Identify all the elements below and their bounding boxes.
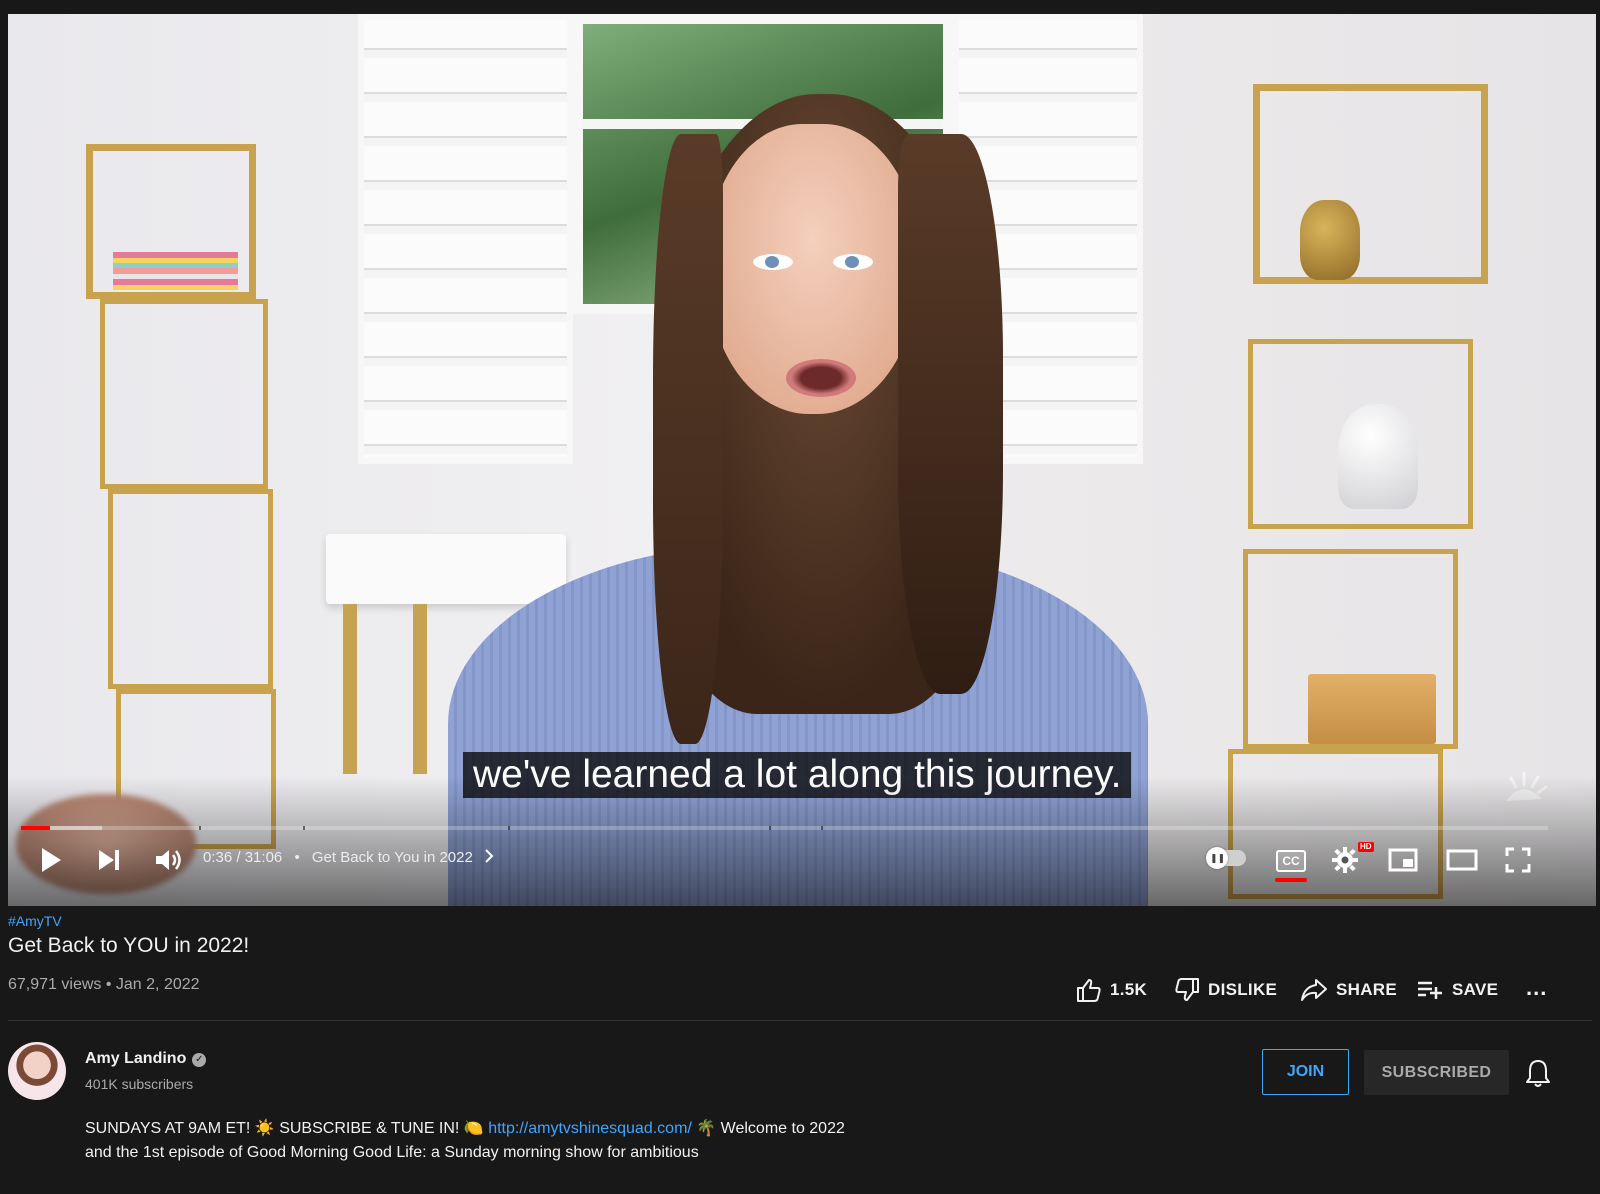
progress-bar[interactable] (21, 826, 1548, 830)
chapter-title[interactable]: Get Back to You in 2022 (312, 849, 473, 866)
section-divider (8, 1020, 1592, 1021)
current-time: 0:36 (203, 849, 233, 866)
settings-button[interactable] (1330, 845, 1360, 875)
save-label: SAVE (1452, 980, 1499, 999)
more-icon: ... (1526, 975, 1548, 1000)
hd-badge: HD (1358, 842, 1374, 852)
fullscreen-icon (1505, 847, 1531, 873)
next-icon (99, 850, 119, 870)
time-display: 0:36 / 31:06 • Get Back to You in 2022 (203, 846, 495, 870)
bell-icon (1526, 1060, 1550, 1087)
dislike-button[interactable]: DISLIKE (1174, 970, 1277, 1010)
chevron-right-icon[interactable] (483, 849, 495, 863)
channel-avatar[interactable] (8, 1042, 66, 1100)
video-description: SUNDAYS AT 9AM ET! ☀️ SUBSCRIBE & TUNE I… (85, 1120, 845, 1161)
join-button[interactable]: JOIN (1262, 1049, 1349, 1095)
video-meta: 67,971 views • Jan 2, 2022 (8, 976, 200, 993)
fullscreen-button[interactable] (1502, 845, 1534, 875)
verified-badge-icon: ✓ (192, 1053, 207, 1067)
video-player[interactable]: we've learned a lot along this journey. … (8, 14, 1596, 906)
view-count: 67,971 views (8, 976, 102, 993)
share-label: SHARE (1336, 980, 1398, 999)
theater-mode-button[interactable] (1444, 845, 1480, 875)
share-button[interactable]: SHARE (1300, 970, 1397, 1010)
gear-icon (1332, 847, 1358, 873)
theater-mode-icon (1446, 849, 1478, 871)
captions-button[interactable]: CC (1276, 850, 1306, 872)
hashtag-link[interactable]: #AmyTV (8, 913, 62, 929)
like-button[interactable]: 1.5K (1076, 970, 1147, 1010)
share-icon (1301, 979, 1327, 1001)
volume-button[interactable] (152, 844, 184, 876)
autoplay-toggle[interactable] (1206, 847, 1246, 869)
upload-date: Jan 2, 2022 (115, 976, 200, 993)
notification-bell-button[interactable] (1524, 1058, 1552, 1093)
channel-name[interactable]: Amy Landino ✓ (85, 1050, 207, 1068)
like-count: 1.5K (1110, 980, 1148, 999)
video-title: Get Back to YOU in 2022! (8, 934, 250, 957)
dislike-label: DISLIKE (1208, 980, 1278, 999)
progress-played (21, 826, 50, 830)
thumbs-down-icon (1175, 978, 1199, 1001)
play-icon (42, 848, 61, 872)
add-to-playlist-icon (1418, 981, 1442, 999)
duration: 31:06 (244, 849, 283, 866)
save-button[interactable]: SAVE (1416, 970, 1498, 1010)
thumbs-up-icon (1077, 979, 1101, 1002)
subscriber-count: 401K subscribers (85, 1076, 194, 1092)
subscribed-button[interactable]: SUBSCRIBED (1364, 1050, 1509, 1095)
volume-icon (156, 850, 181, 870)
play-button[interactable] (36, 844, 66, 876)
miniplayer-icon (1388, 848, 1418, 872)
captions-active-indicator (1275, 878, 1307, 882)
next-button[interactable] (94, 844, 124, 876)
miniplayer-button[interactable] (1386, 845, 1420, 875)
more-actions-button[interactable]: ... (1526, 968, 1547, 1008)
description-link[interactable]: http://amytvshinesquad.com/ (488, 1120, 692, 1137)
